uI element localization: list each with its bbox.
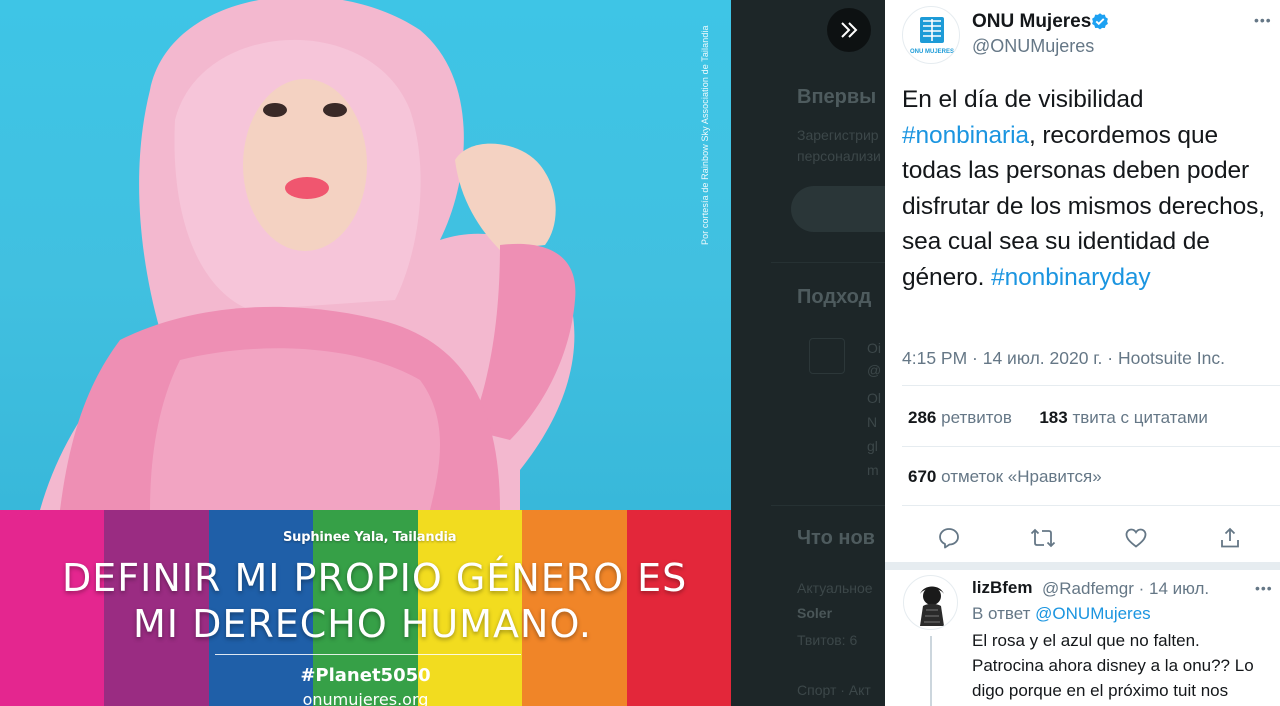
- tweet-panel: ONU MUJERES ONU Mujeres @ONUMujeres ••• …: [885, 0, 1280, 706]
- avatar-caption: ONU MUJERES: [910, 49, 954, 55]
- reply-text: El rosa y el azul que no falten. Patroci…: [972, 631, 1254, 700]
- author-avatar[interactable]: ONU MUJERES: [902, 6, 960, 64]
- thread-line: [930, 636, 932, 706]
- hashtag-link[interactable]: #nonbinaria: [902, 122, 1029, 149]
- bg-text: N: [867, 414, 878, 430]
- reply-to-link[interactable]: @ONUMujeres: [1035, 604, 1151, 623]
- share-icon: [1221, 527, 1239, 548]
- retweet-icon: [1030, 528, 1056, 548]
- author-name[interactable]: ONU Mujeres: [972, 11, 1091, 33]
- verified-icon: [1092, 13, 1108, 30]
- divider: [215, 654, 521, 655]
- divider: [771, 505, 885, 506]
- person-label: Suphinee Yala, Tailandia: [283, 530, 457, 545]
- bg-heading: Что нов: [797, 527, 875, 549]
- retweet-button[interactable]: [1028, 523, 1058, 553]
- slogan-line-2: MI DERECHO HUMANO.: [133, 602, 592, 646]
- divider: [902, 446, 1280, 447]
- more-icon[interactable]: •••: [1255, 580, 1273, 596]
- photo-credit: Por cortesía de Rainbow Sky Association …: [700, 25, 710, 245]
- reply-author-handle[interactable]: @Radfemgr · 14 июл.: [1042, 579, 1209, 599]
- like-button[interactable]: [1121, 523, 1151, 553]
- tweet-timestamp[interactable]: 4:15 PM · 14 июл. 2020 г. · Hootsuite In…: [902, 348, 1225, 369]
- campaign-site: onumujeres.org: [302, 690, 429, 706]
- likes-label[interactable]: отметок «Нравится»: [941, 467, 1102, 486]
- bg-text: Soler: [797, 605, 833, 621]
- bg-text: gl: [867, 438, 878, 454]
- reply-prefix: В ответ: [972, 604, 1036, 623]
- retweets-label[interactable]: ретвитов: [941, 408, 1012, 427]
- share-button[interactable]: [1215, 523, 1245, 553]
- like-icon: [1125, 528, 1147, 548]
- divider: [771, 262, 885, 263]
- author-handle[interactable]: @ONUMujeres: [972, 36, 1094, 57]
- tweet-likes-row: 670 отметок «Нравится»: [908, 467, 1102, 487]
- bg-text: Ol: [867, 390, 881, 406]
- bg-text: Зарегистрир: [797, 127, 879, 143]
- divider: [902, 385, 1280, 386]
- reply-avatar-illustration: [920, 586, 944, 626]
- media-viewer[interactable]: Por cortesía de Rainbow Sky Association …: [0, 0, 731, 706]
- reply-avatar[interactable]: [903, 575, 958, 630]
- tweet-actions: [902, 520, 1280, 556]
- portrait-illustration: [40, 0, 576, 510]
- quotes-count[interactable]: 183: [1039, 408, 1067, 427]
- tweet-stats-row: 286 ретвитов 183 твита с цитатами: [908, 408, 1208, 428]
- quotes-label[interactable]: твита с цитатами: [1072, 408, 1207, 427]
- tweet-text: En el día de visibilidad #nonbinaria, re…: [902, 82, 1278, 295]
- expand-icon: [841, 22, 858, 38]
- hashtag-link[interactable]: #nonbinaryday: [991, 264, 1151, 291]
- bg-text: Твитов: 6: [797, 632, 858, 648]
- bg-heading: Подход: [797, 286, 872, 308]
- bg-text: @: [867, 362, 882, 378]
- bg-text: m: [867, 462, 879, 478]
- background-sidebar: Впервы Зарегистрир персонализи Подход Oi…: [731, 0, 885, 706]
- bg-signup-button: [791, 186, 885, 232]
- bg-heading: Впервы: [797, 86, 877, 108]
- more-icon[interactable]: •••: [1254, 12, 1272, 28]
- bg-text: Спорт · Акт: [797, 682, 871, 698]
- banner-text: Suphinee Yala, Tailandia DEFINIR MI PROP…: [0, 510, 731, 706]
- reply-button[interactable]: [934, 523, 964, 553]
- retweets-count[interactable]: 286: [908, 408, 936, 427]
- reply-author-name[interactable]: lizBfem: [972, 578, 1032, 598]
- likes-count[interactable]: 670: [908, 467, 936, 486]
- tweet-photo: Por cortesía de Rainbow Sky Association …: [0, 0, 731, 510]
- bg-text: персонализи: [797, 148, 881, 164]
- bg-avatar: [809, 338, 845, 374]
- expand-button[interactable]: [827, 8, 871, 52]
- bg-text: Oi: [867, 340, 881, 356]
- slogan-line-1: DEFINIR MI PROPIO GÉNERO ES: [62, 556, 688, 600]
- divider: [902, 505, 1280, 506]
- reply-context: В ответ @ONUMujeres: [972, 604, 1151, 624]
- tweet-text-part: En el día de visibilidad: [902, 86, 1144, 113]
- campaign-hashtag: #Planet5050: [300, 665, 431, 686]
- onu-mujeres-logo: ONU MUJERES: [910, 17, 954, 55]
- reply-icon: [939, 528, 959, 549]
- bg-text: Актуальное: [797, 580, 873, 596]
- section-separator: [885, 562, 1280, 570]
